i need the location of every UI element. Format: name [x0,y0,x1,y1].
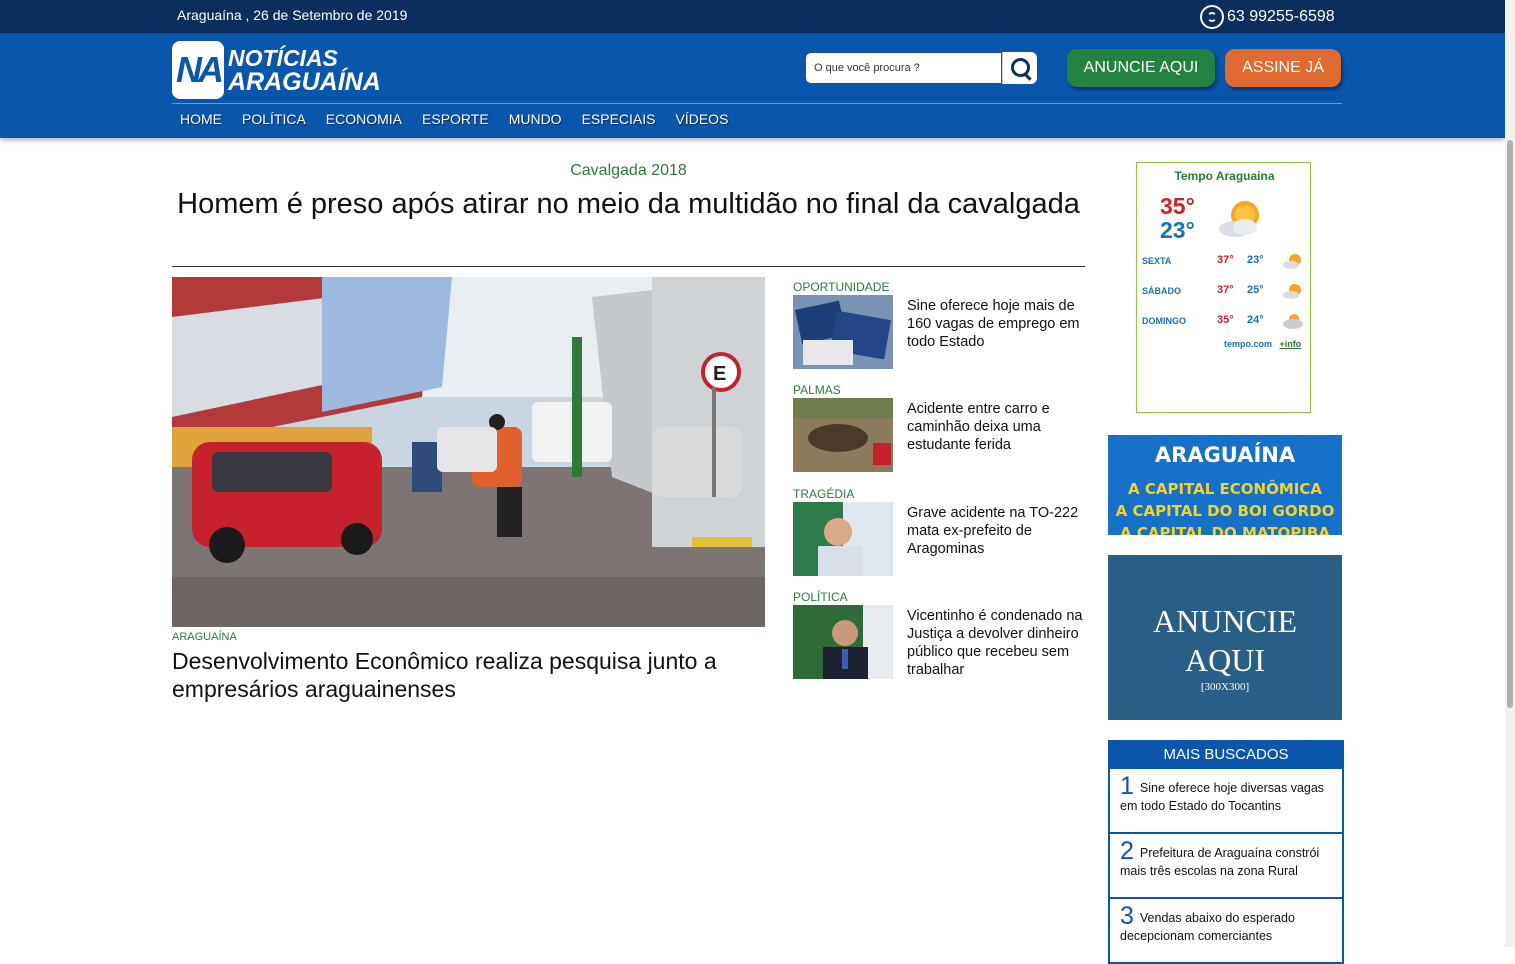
side-story-image[interactable] [793,502,893,576]
side-story-title[interactable]: Grave acidente na TO-222 mata ex-prefeit… [907,504,1087,558]
most-searched-panel: MAIS BUSCADOS 1 Sine oferece hoje diversa… [1108,740,1344,964]
page-scrollbar[interactable] [1505,0,1515,947]
search-input[interactable] [805,52,1002,84]
nav-esporte[interactable]: ESPORTE [414,111,497,127]
ad-box-line-2: AQUI [1185,642,1265,678]
forecast-day: DOMINGO [1142,316,1186,326]
rank-number: 1 [1120,772,1134,800]
most-searched-text[interactable]: Sine oferece hoje diversas vagas em todo… [1120,781,1324,813]
nav-mundo[interactable]: MUNDO [501,111,570,127]
partly-sunny-icon [1283,254,1301,269]
svg-text:E: E [713,363,726,385]
logo-text: NOTÍCIAS ARAGUAÍNA [228,45,381,96]
side-story[interactable]: OPORTUNIDADE Sine oferece hoje mais de 1… [793,280,1085,380]
search-icon [1011,58,1030,77]
weather-more-link[interactable]: +info [1280,339,1302,349]
side-story-category[interactable]: PALMAS [793,383,841,397]
forecast-low: 25° [1247,284,1264,296]
nav-politica[interactable]: POLÍTICA [234,111,314,127]
main-story-image[interactable]: E [172,277,765,627]
cloudy-sun-icon [1283,314,1303,329]
side-story-image[interactable] [793,398,893,472]
search-button[interactable] [1002,52,1037,84]
top-bar: Araguaína , 26 de Setembro de 2019 63 99… [0,0,1505,34]
nav-especiais[interactable]: ESPECIAIS [574,111,664,127]
anuncie-aqui-button[interactable]: ANUNCIE AQUI [1067,49,1215,87]
partly-sunny-icon [1283,284,1301,299]
side-story-image[interactable] [793,605,893,679]
most-searched-title: MAIS BUSCADOS [1108,740,1344,769]
main-story-category[interactable]: ARAGUAÍNA [172,631,237,643]
forecast-low: 23° [1247,254,1264,266]
whatsapp-icon [1200,5,1224,29]
side-story-title[interactable]: Vicentinho é condenado na Justiça a devo… [907,607,1087,679]
banner-title: ARAGUAÍNA [1154,443,1296,467]
nav-home[interactable]: HOME [172,111,230,127]
side-story-image[interactable] [793,295,893,369]
weather-source-link[interactable]: tempo.com [1224,339,1272,349]
ad-box-size: [300X300] [1200,681,1250,693]
featured-kicker[interactable]: Cavalgada 2018 [172,162,1085,180]
phone-number: 63 99255-6598 [1227,8,1335,25]
most-searched-item[interactable]: 2 Prefeitura de Araguaína constrói mais t… [1108,834,1344,899]
weather-widget[interactable]: Tempo Araguaina 35° 23° SEXTA 37° 23° SÁ… [1136,162,1311,413]
main-story-title[interactable]: Desenvolvimento Econômico realiza pesqui… [172,647,765,703]
araguaina-banner-ad[interactable]: ARAGUAÍNA A CAPITAL ECONÔMICA A CAPITAL … [1108,435,1342,535]
side-story-title[interactable]: Sine oferece hoje mais de 160 vagas de e… [907,297,1087,351]
scrollbar-thumb[interactable] [1507,140,1513,708]
forecast-row: DOMINGO 35° 24° [1142,312,1307,332]
forecast-low: 24° [1247,314,1264,326]
side-story-category[interactable]: POLÍTICA [793,590,848,604]
ad-box-line-1: ANUNCIE [1153,603,1297,639]
most-searched-text[interactable]: Vendas abaixo do esperado decepcionam co… [1120,911,1295,943]
partly-sunny-icon [1219,201,1259,237]
side-story-category[interactable]: OPORTUNIDADE [793,280,889,294]
rank-number: 3 [1120,902,1134,930]
main-nav: HOME POLÍTICA ECONOMIA ESPORTE MUNDO ESP… [172,111,740,127]
site-header: NA NOTÍCIAS ARAGUAÍNA ANUNCIE AQUI ASSIN… [0,33,1505,138]
side-story[interactable]: POLÍTICA Vicentinho é condenado na Justi… [793,590,1085,690]
nav-economia[interactable]: ECONOMIA [318,111,410,127]
search-box [805,52,1037,84]
forecast-day: SÁBADO [1142,286,1182,296]
featured-headline[interactable]: Homem é preso após atirar no meio da mul… [172,186,1085,222]
most-searched-item[interactable]: 1 Sine oferece hoje diversas vagas em tod… [1108,769,1344,834]
forecast-day: SEXTA [1142,256,1172,266]
side-story-title[interactable]: Acidente entre carro e caminhão deixa um… [907,400,1087,454]
forecast-row: SEXTA 37° 23° [1142,252,1307,272]
banner-line: A CAPITAL DO BOI GORDO [1115,502,1335,520]
most-searched-item[interactable]: 3 Vendas abaixo do esperado decepcionam c… [1108,899,1344,964]
side-story[interactable]: PALMAS Acidente entre carro e caminhão d… [793,383,1085,483]
most-searched-text[interactable]: Prefeitura de Araguaína constrói mais tr… [1120,846,1319,878]
ad-placeholder-box[interactable]: ANUNCIE AQUI [300X300] [1108,555,1342,720]
banner-line: A CAPITAL ECONÔMICA [1128,480,1322,498]
side-story-category[interactable]: TRAGÉDIA [793,487,854,501]
logo-line-2: ARAGUAÍNA [228,68,381,96]
side-story[interactable]: TRAGÉDIA Grave acidente na TO-222 mata e… [793,487,1085,587]
forecast-high: 35° [1217,314,1234,326]
current-date: Araguaína , 26 de Setembro de 2019 [177,7,408,23]
headline-divider [172,266,1085,267]
weather-links: tempo.com +info [1224,339,1301,349]
banner-line: A CAPITAL DO MATOPIBA [1120,524,1330,535]
forecast-high: 37° [1217,254,1234,266]
forecast-row: SÁBADO 37° 25° [1142,282,1307,302]
nav-videos[interactable]: VÍDEOS [668,111,737,127]
weather-title: Tempo Araguaina [1174,169,1275,183]
rank-number: 2 [1120,837,1134,865]
forecast-high: 37° [1217,284,1234,296]
weather-today-low: 23° [1160,217,1195,243]
weather-today-high: 35° [1160,193,1195,219]
header-divider [172,103,1342,104]
site-logo[interactable]: NA NOTÍCIAS ARAGUAÍNA [172,41,381,99]
whatsapp-contact[interactable]: 63 99255-6598 [1200,3,1335,31]
assine-ja-button[interactable]: ASSINE JÁ [1225,49,1341,87]
logo-mark: NA [172,41,224,99]
logo-line-1: NOTÍCIAS [228,45,338,71]
